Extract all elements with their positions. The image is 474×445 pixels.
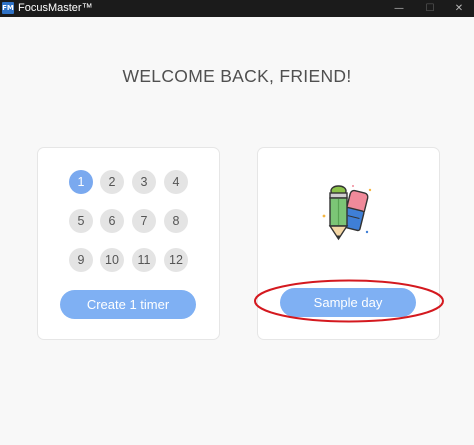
timer-count-8[interactable]: 8 <box>164 209 188 233</box>
timer-count-6[interactable]: 6 <box>100 209 124 233</box>
title-bar: FM FocusMaster™ — ☐ ✕ <box>0 0 474 17</box>
timer-count-4[interactable]: 4 <box>164 170 188 194</box>
minimize-button[interactable]: — <box>382 0 416 17</box>
timer-count-12[interactable]: 12 <box>164 248 188 272</box>
pencil-eraser-icon <box>322 185 372 241</box>
timer-count-7[interactable]: 7 <box>132 209 156 233</box>
timer-count-10[interactable]: 10 <box>100 248 124 272</box>
timer-count-3[interactable]: 3 <box>132 170 156 194</box>
app-logo-icon: FM <box>2 2 14 14</box>
welcome-heading: WELCOME BACK, FRIEND! <box>122 66 352 86</box>
timer-count-1[interactable]: 1 <box>69 170 93 194</box>
create-timer-button[interactable]: Create 1 timer <box>60 290 196 319</box>
timer-count-2[interactable]: 2 <box>100 170 124 194</box>
timer-count-5[interactable]: 5 <box>69 209 93 233</box>
highlight-ellipse <box>254 279 444 323</box>
close-button[interactable]: ✕ <box>442 0 474 17</box>
window-title: FocusMaster™ <box>18 2 93 14</box>
timer-count-9[interactable]: 9 <box>69 248 93 272</box>
timer-count-11[interactable]: 11 <box>132 248 156 272</box>
